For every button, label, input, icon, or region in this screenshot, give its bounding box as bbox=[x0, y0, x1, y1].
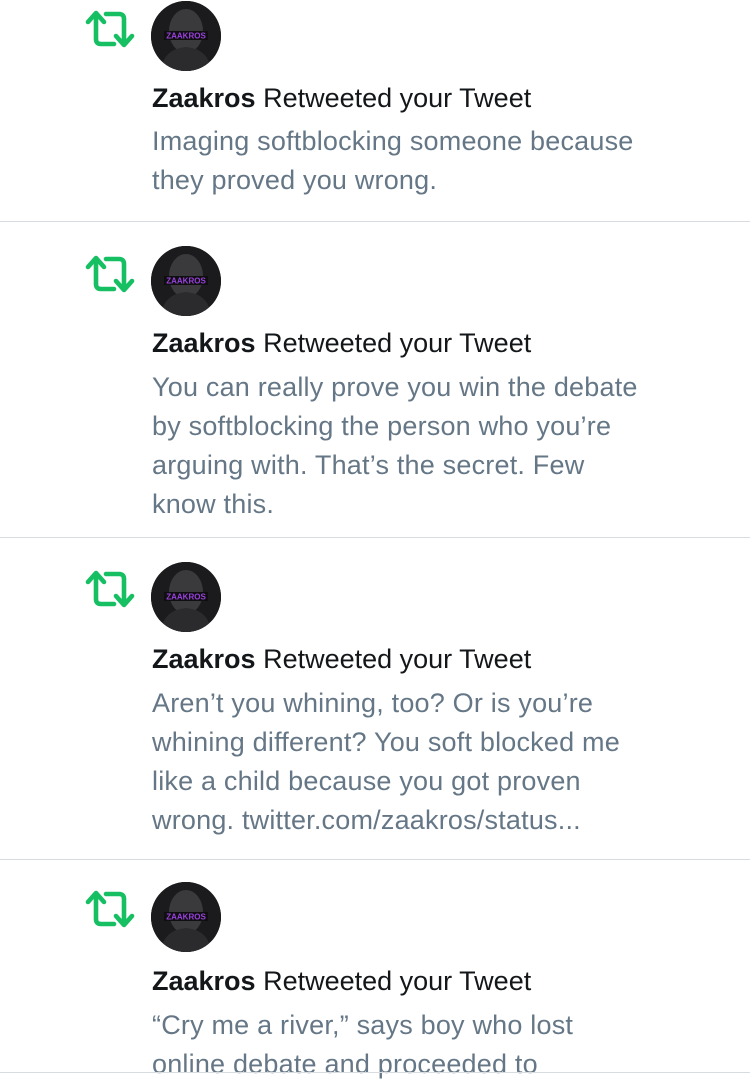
username[interactable]: Zaakros bbox=[152, 328, 256, 358]
avatar[interactable]: ZAAKROS bbox=[151, 882, 221, 952]
avatar-logo-text: ZAAKROS bbox=[166, 32, 206, 41]
avatar-logo-text: ZAAKROS bbox=[166, 593, 206, 602]
action-text: Retweeted your Tweet bbox=[255, 644, 532, 674]
avatar[interactable]: ZAAKROS bbox=[151, 562, 221, 632]
retweet-icon bbox=[85, 569, 135, 609]
notifications-feed: ZAAKROS Zaakros Retweeted your Tweet Ima… bbox=[0, 0, 750, 1087]
notification-headline: Zaakros Retweeted your Tweet bbox=[152, 81, 531, 115]
tweet-line: Aren’t you whining, too? Or is you’re bbox=[152, 688, 594, 718]
tweet-line: know this. bbox=[152, 489, 275, 519]
username[interactable]: Zaakros bbox=[152, 83, 256, 113]
tweet-line: wrong. twitter.com/zaakros/status... bbox=[152, 805, 581, 835]
divider bbox=[0, 1072, 750, 1073]
retweet-icon bbox=[85, 254, 135, 294]
avatar-logo-text: ZAAKROS bbox=[166, 913, 206, 922]
tweet-line: online debate and proceeded to bbox=[152, 1049, 538, 1079]
retweet-icon bbox=[85, 9, 135, 49]
notification-item[interactable]: ZAAKROS Zaakros Retweeted your Tweet Are… bbox=[0, 538, 750, 860]
tweet-line: arguing with. That’s the secret. Few bbox=[152, 450, 585, 480]
tweet-line: Imaging softblocking someone because bbox=[152, 126, 634, 156]
notification-item[interactable]: ZAAKROS Zaakros Retweeted your Tweet Ima… bbox=[0, 0, 750, 222]
avatar[interactable]: ZAAKROS bbox=[151, 246, 221, 316]
tweet-line: whining different? You soft blocked me bbox=[152, 727, 620, 757]
action-text: Retweeted your Tweet bbox=[255, 83, 532, 113]
tweet-line: like a child because you got proven bbox=[152, 766, 581, 796]
tweet-line: “Cry me a river,” says boy who lost bbox=[152, 1010, 574, 1040]
retweet-icon bbox=[85, 889, 135, 929]
avatar[interactable]: ZAAKROS bbox=[151, 1, 221, 71]
notification-item[interactable]: ZAAKROS Zaakros Retweeted your Tweet You… bbox=[0, 222, 750, 538]
notification-headline: Zaakros Retweeted your Tweet bbox=[152, 964, 531, 998]
tweet-line: they proved you wrong. bbox=[152, 165, 438, 195]
action-text: Retweeted your Tweet bbox=[255, 966, 532, 996]
tweet-text[interactable]: You can really prove you win the debate … bbox=[152, 368, 727, 524]
username[interactable]: Zaakros bbox=[152, 644, 256, 674]
notification-headline: Zaakros Retweeted your Tweet bbox=[152, 642, 531, 676]
notification-item[interactable]: ZAAKROS Zaakros Retweeted your Tweet “Cr… bbox=[0, 860, 750, 1087]
avatar-logo-text: ZAAKROS bbox=[166, 277, 206, 286]
username[interactable]: Zaakros bbox=[152, 966, 256, 996]
tweet-text[interactable]: Aren’t you whining, too? Or is you’re wh… bbox=[152, 684, 727, 840]
tweet-text[interactable]: Imaging softblocking someone because the… bbox=[152, 122, 727, 200]
notification-headline: Zaakros Retweeted your Tweet bbox=[152, 326, 531, 360]
action-text: Retweeted your Tweet bbox=[255, 328, 532, 358]
tweet-line: by softblocking the person who you’re bbox=[152, 411, 612, 441]
tweet-line: You can really prove you win the debate bbox=[152, 372, 638, 402]
